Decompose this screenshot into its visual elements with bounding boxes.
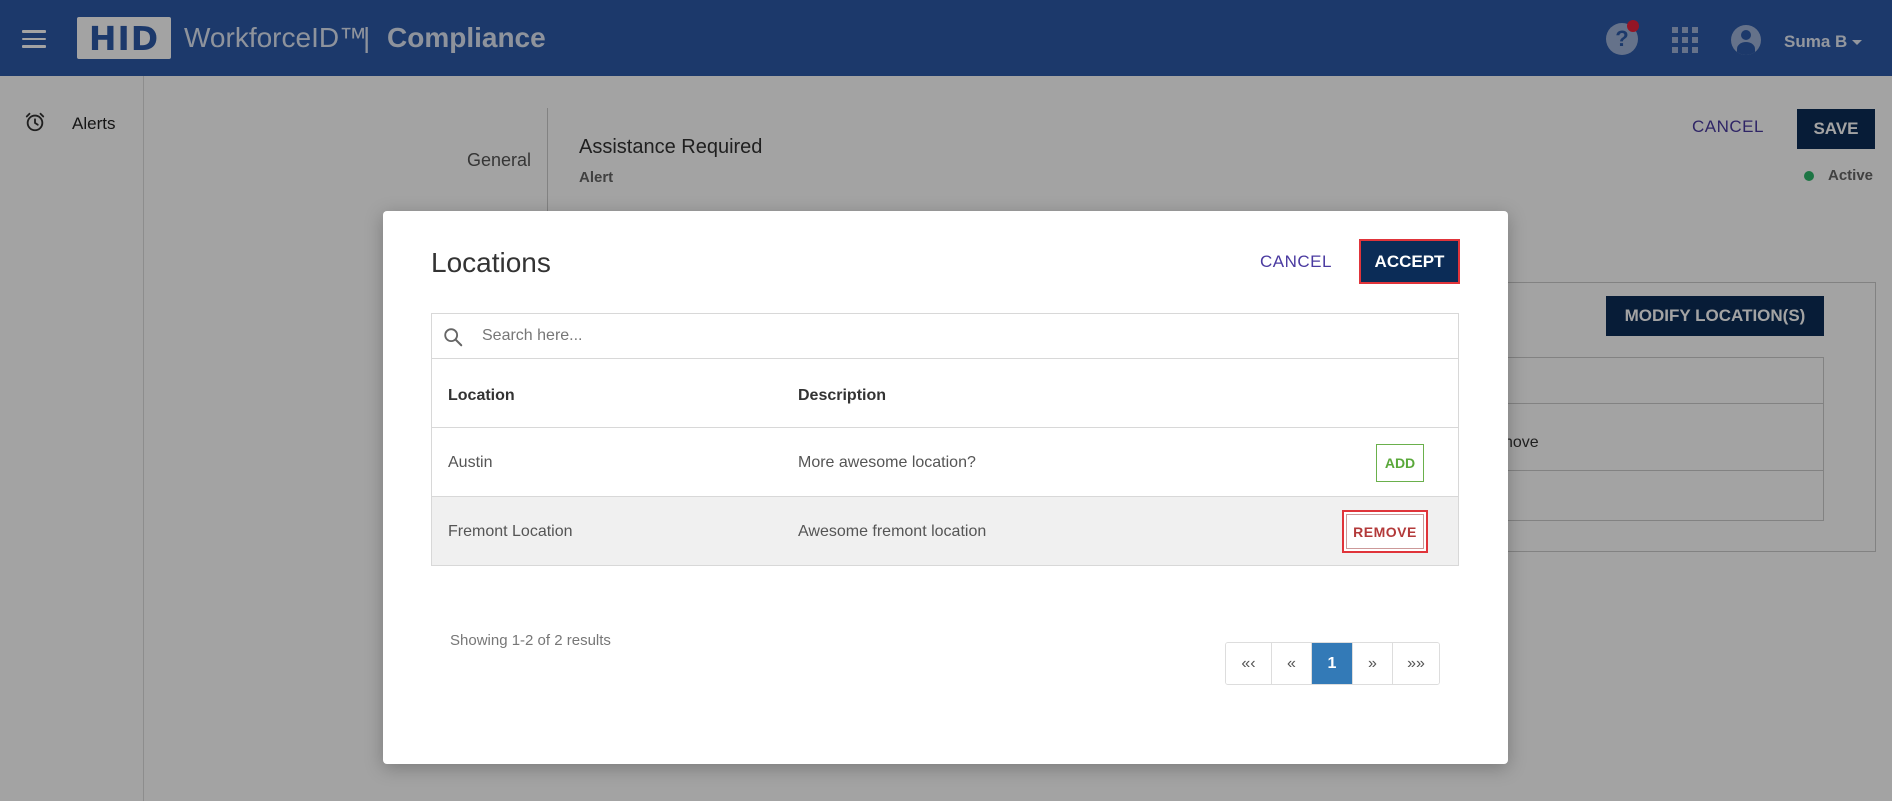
first-page-button[interactable]: «‹ bbox=[1226, 643, 1272, 684]
table-row: Austin More awesome location? ADD bbox=[432, 427, 1458, 496]
accept-button[interactable]: ACCEPT bbox=[1359, 239, 1460, 284]
last-page-button[interactable]: »» bbox=[1393, 643, 1439, 684]
location-cell: Austin bbox=[448, 454, 493, 471]
pagination: «‹ « 1 » »» bbox=[1225, 642, 1440, 685]
dialog-title: Locations bbox=[431, 247, 551, 278]
search-icon bbox=[444, 328, 463, 347]
locations-dialog: Locations CANCEL ACCEPT Location Descrip… bbox=[383, 211, 1508, 764]
dialog-cancel-button[interactable]: CANCEL bbox=[1260, 252, 1332, 272]
remove-button-label: REMOVE bbox=[1346, 514, 1424, 549]
locations-table: Location Description Austin More awesome… bbox=[431, 359, 1459, 566]
previous-page-button[interactable]: « bbox=[1272, 643, 1312, 684]
column-header-location: Location bbox=[448, 387, 515, 404]
add-button[interactable]: ADD bbox=[1376, 444, 1424, 482]
description-cell: Awesome fremont location bbox=[798, 523, 987, 540]
page-1-button[interactable]: 1 bbox=[1312, 643, 1353, 684]
results-count: Showing 1-2 of 2 results bbox=[450, 632, 611, 649]
table-row: Fremont Location Awesome fremont locatio… bbox=[432, 496, 1458, 565]
search-input[interactable] bbox=[482, 320, 1442, 352]
column-header-description: Description bbox=[798, 387, 887, 404]
search-bar bbox=[431, 313, 1459, 359]
description-cell: More awesome location? bbox=[798, 454, 976, 471]
location-cell: Fremont Location bbox=[448, 523, 573, 540]
remove-button[interactable]: REMOVE bbox=[1342, 510, 1428, 553]
next-page-button[interactable]: » bbox=[1353, 643, 1393, 684]
